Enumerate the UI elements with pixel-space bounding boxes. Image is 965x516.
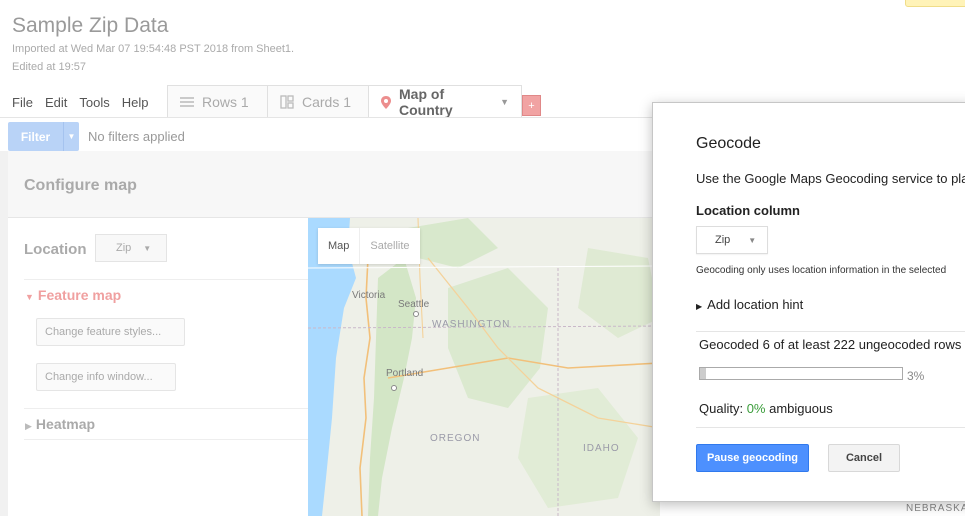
location-column-value: Zip [715, 234, 731, 246]
map-label-victoria: Victoria [352, 290, 386, 301]
filter-button[interactable]: Filter ▼ [8, 122, 79, 151]
cancel-button[interactable]: Cancel [828, 444, 900, 472]
tab-rows[interactable]: Rows 1 [167, 85, 268, 118]
add-location-hint-label: Add location hint [707, 297, 804, 312]
chevron-down-icon[interactable]: ▼ [63, 122, 79, 151]
notification-chip [905, 0, 965, 7]
quality-label: Quality: [699, 401, 744, 416]
chevron-down-icon[interactable]: ▼ [500, 97, 509, 107]
divider [24, 408, 308, 409]
configure-map-title: Configure map [24, 177, 137, 194]
progress-bar-fill [700, 368, 707, 379]
map-label-portland: Portland [386, 368, 424, 379]
tab-cards-label: Cards 1 [302, 94, 352, 110]
edit-info: Edited at 19:57 [12, 61, 87, 73]
geocode-progress-bar [699, 367, 903, 380]
location-select[interactable]: Zip ▼ [95, 234, 167, 262]
map-label-nebraska: NEBRASKA [906, 503, 965, 514]
pause-geocoding-button[interactable]: Pause geocoding [696, 444, 809, 472]
quality-value: 0% [746, 401, 766, 416]
menu-edit[interactable]: Edit [45, 95, 67, 110]
change-feature-styles-button[interactable]: Change feature styles... [36, 318, 185, 346]
divider [696, 427, 965, 428]
tab-rows-label: Rows 1 [202, 94, 249, 110]
dialog-description: Use the Google Maps Geocoding service to… [696, 171, 965, 186]
divider [24, 439, 308, 440]
rows-icon [180, 96, 194, 108]
chevron-down-icon: ▼ [748, 235, 757, 245]
change-info-window-button[interactable]: Change info window... [36, 363, 176, 391]
heatmap-section[interactable]: ▶ Heatmap [25, 416, 95, 432]
map-type-toggle: Map Satellite [318, 228, 420, 264]
expand-triangle-icon: ▶ [696, 302, 703, 311]
cards-icon [280, 95, 294, 109]
geocode-progress-text: Geocoded 6 of at least 222 ungeocoded ro… [699, 337, 962, 352]
divider [24, 279, 308, 280]
filter-status: No filters applied [88, 129, 185, 144]
location-column-label: Location column [696, 203, 800, 218]
progress-percent: 3% [907, 369, 925, 383]
view-tabs: Rows 1 Cards 1 Map of Country ▼ [167, 85, 522, 118]
feature-map-section[interactable]: ▼ Feature map [25, 287, 121, 303]
feature-map-label: Feature map [37, 287, 122, 303]
menu-help[interactable]: Help [122, 95, 149, 110]
dialog-title: Geocode [696, 135, 761, 152]
filter-button-label: Filter [20, 129, 51, 144]
document-title: Sample Zip Data [12, 14, 169, 37]
menu-file[interactable]: File [12, 95, 33, 110]
import-info: Imported at Wed Mar 07 19:54:48 PST 2018… [12, 43, 295, 55]
expand-triangle-icon: ▼ [25, 292, 34, 302]
add-tab-button[interactable]: + [522, 95, 541, 116]
map-label-oregon: OREGON [430, 433, 481, 444]
map-label-washington: WASHINGTON [432, 319, 511, 330]
collapse-triangle-icon: ▶ [25, 421, 32, 431]
menu-tools[interactable]: Tools [79, 95, 109, 110]
location-label: Location [24, 241, 87, 258]
quality-readout: Quality: 0% ambiguous [699, 401, 833, 416]
map-label-idaho: IDAHO [583, 443, 620, 454]
geocode-dialog: Geocode Use the Google Maps Geocoding se… [652, 102, 965, 502]
map-type-map-button[interactable]: Map [318, 228, 361, 264]
geocoding-note: Geocoding only uses location information… [696, 265, 947, 276]
chevron-down-icon: ▼ [143, 243, 152, 253]
tab-map-of-country[interactable]: Map of Country ▼ [368, 85, 522, 118]
map-pin-icon [381, 95, 391, 109]
location-column-select[interactable]: Zip ▼ [696, 226, 768, 254]
map-type-satellite-button[interactable]: Satellite [360, 228, 419, 264]
heatmap-label: Heatmap [35, 416, 96, 432]
map-label-seattle: Seattle [398, 299, 430, 310]
filter-bar: Filter ▼ No filters applied [8, 122, 185, 151]
tab-map-label: Map of Country [399, 86, 453, 118]
tab-cards[interactable]: Cards 1 [267, 85, 369, 118]
location-select-value: Zip [116, 242, 132, 254]
add-location-hint-toggle[interactable]: ▶ Add location hint [696, 297, 803, 312]
menu-bar: File Edit Tools Help [12, 95, 148, 110]
quality-suffix: ambiguous [769, 401, 833, 416]
divider [696, 331, 965, 332]
